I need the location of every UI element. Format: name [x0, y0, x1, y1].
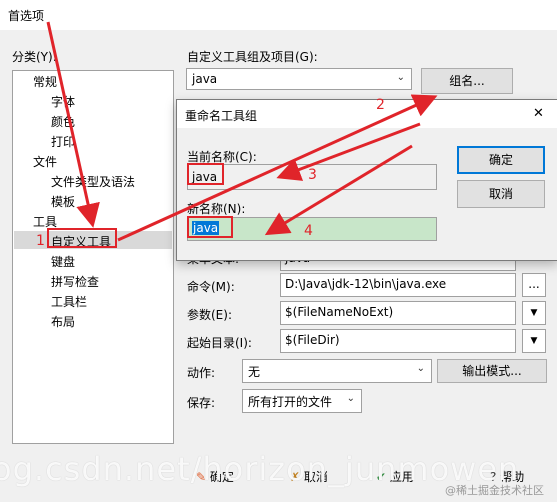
tree-item-keyboard[interactable]: 键盘	[51, 253, 75, 270]
save-select-value: 所有打开的文件	[248, 395, 333, 409]
command-value: D:\Java\jdk-12\bin\java.exe	[285, 277, 447, 291]
tree-item-templates[interactable]: 模板	[51, 193, 75, 210]
tree-item-general[interactable]: 常规	[33, 73, 57, 90]
category-tree[interactable]: 常规 字体 颜色 打印 文件 文件类型及语法 模板 工具 自定义工具 键盘 拼写…	[12, 70, 174, 444]
chevron-down-icon: ⌄	[416, 363, 425, 374]
annotation-4: 4	[304, 223, 313, 239]
rename-group-button[interactable]: 组名...	[421, 68, 513, 94]
triangle-down-icon: ▼	[530, 308, 538, 318]
chevron-down-icon: ⌄	[396, 72, 405, 83]
group-select[interactable]: java ⌄	[186, 68, 412, 90]
tree-item-layout[interactable]: 布局	[51, 313, 75, 330]
dialog-title-bar: 重命名工具组 ✕	[177, 100, 557, 128]
startdir-dropdown-button[interactable]: ▼	[522, 329, 546, 353]
highlight-new-name	[187, 216, 233, 238]
browse-button[interactable]: ...	[522, 273, 546, 297]
url-watermark: og.csdn.net/horizon_junmowen	[0, 450, 520, 488]
params-label: 参数(E):	[187, 308, 232, 322]
chevron-down-icon: ⌄	[346, 393, 355, 404]
action-label: 动作:	[187, 366, 216, 380]
tree-item-spellcheck[interactable]: 拼写检查	[51, 273, 99, 290]
save-select[interactable]: 所有打开的文件 ⌄	[242, 389, 362, 413]
category-label: 分类(Y):	[12, 50, 57, 64]
annotation-2: 2	[376, 97, 385, 113]
params-value: $(FileNameNoExt)	[285, 305, 394, 319]
credit-watermark: @稀土掘金技术社区	[445, 484, 544, 497]
tree-item-toolbar[interactable]: 工具栏	[51, 293, 87, 310]
tree-item-filetypes[interactable]: 文件类型及语法	[51, 173, 135, 190]
params-dropdown-button[interactable]: ▼	[522, 301, 546, 325]
group-select-value: java	[192, 72, 218, 86]
params-field[interactable]: $(FileNameNoExt)	[280, 301, 516, 325]
action-select[interactable]: 无 ⌄	[242, 359, 432, 383]
startdir-field[interactable]: $(FileDir)	[280, 329, 516, 353]
close-icon[interactable]: ✕	[533, 106, 544, 121]
tree-item-file[interactable]: 文件	[33, 153, 57, 170]
tree-item-font[interactable]: 字体	[51, 93, 75, 110]
dialog-title: 重命名工具组	[185, 109, 258, 123]
output-mode-button[interactable]: 输出模式...	[437, 359, 547, 383]
startdir-value: $(FileDir)	[285, 333, 340, 347]
rename-dialog: 重命名工具组 ✕ 当前名称(C): java 新名称(N): java 确定 取…	[176, 99, 557, 261]
highlight-current-name	[187, 163, 224, 185]
annotation-3: 3	[308, 167, 317, 183]
command-label: 命令(M):	[187, 280, 235, 294]
window-title: 首选项	[8, 9, 45, 23]
command-field[interactable]: D:\Java\jdk-12\bin\java.exe	[280, 273, 516, 297]
annotation-1: 1	[36, 233, 45, 249]
title-bar: 首选项	[0, 0, 557, 30]
group-label: 自定义工具组及项目(G):	[187, 50, 318, 64]
action-select-value: 无	[248, 365, 261, 379]
tree-item-color[interactable]: 颜色	[51, 113, 75, 130]
save-label: 保存:	[187, 396, 216, 410]
highlight-custom-tools	[47, 228, 117, 248]
triangle-down-icon: ▼	[530, 336, 538, 346]
startdir-label: 起始目录(I):	[187, 336, 252, 350]
dialog-cancel-button[interactable]: 取消	[457, 180, 545, 208]
tree-item-print[interactable]: 打印	[51, 133, 75, 150]
new-name-label: 新名称(N):	[187, 202, 246, 216]
dialog-ok-button[interactable]: 确定	[457, 146, 545, 174]
